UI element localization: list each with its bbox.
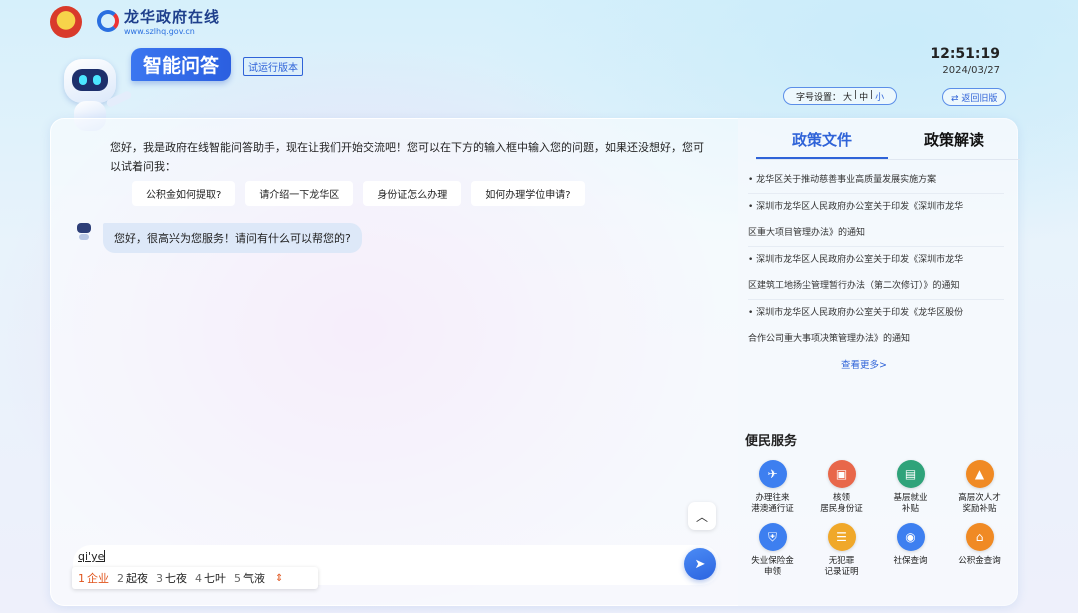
policy-item-cont[interactable]: 区重大项目管理办法》的通知 <box>748 220 1004 247</box>
ime-candidate[interactable]: 2 起夜 <box>117 570 148 586</box>
policy-item[interactable]: • 深圳市龙华区人民政府办公室关于印发《龙华区股份 <box>748 300 1004 326</box>
site-logo[interactable]: 龙华政府在线 www.szlhq.gov.cn <box>97 6 220 36</box>
suggestion-chip[interactable]: 身份证怎么办理 <box>363 181 462 206</box>
policy-tabs: 政策文件 政策解读 <box>756 118 1020 160</box>
back-to-old-version-button[interactable]: ⇄ 返回旧版 <box>942 88 1007 106</box>
bot-avatar-icon <box>75 223 93 241</box>
service-label: 无犯罪 记录证明 <box>824 556 859 577</box>
tab-policy-documents[interactable]: 政策文件 <box>756 118 888 159</box>
service-label: 失业保险金 申领 <box>751 556 794 577</box>
services-title: 便民服务 <box>745 434 798 449</box>
policy-list: • 龙华区关于推动慈善事业高质量发展实施方案 • 深圳市龙华区人民政府办公室关于… <box>748 167 1004 352</box>
current-date: 2024/03/27 <box>942 65 1000 76</box>
policy-item[interactable]: • 深圳市龙华区人民政府办公室关于印发《深圳市龙华 <box>748 194 1004 220</box>
ime-candidate[interactable]: 3 七夜 <box>156 570 187 586</box>
ime-page-arrows-icon[interactable]: ⇕ <box>275 573 283 584</box>
input-text: qi'ye <box>78 550 106 563</box>
longhua-logo-icon <box>97 10 119 32</box>
service-label: 社保查询 <box>893 556 928 566</box>
service-item[interactable]: ◉ 社保查询 <box>876 523 945 578</box>
page-title: 智能问答 <box>131 48 232 81</box>
bot-reply-message: 您好，很高兴为您服务！请问有什么可以帮您的? <box>103 223 362 253</box>
service-item[interactable]: ⌂ 公积金查询 <box>945 523 1014 578</box>
service-item[interactable]: ▤ 基层就业 补贴 <box>876 460 945 515</box>
service-label: 高层次人才 奖励补贴 <box>958 493 1001 514</box>
sidebar: 政策文件 政策解读 • 龙华区关于推动慈善事业高质量发展实施方案 • 深圳市龙华… <box>738 118 1020 606</box>
insurance-icon: ⛨ <box>758 523 787 551</box>
housing-fund-icon: ⌂ <box>965 523 994 551</box>
ime-candidate[interactable]: 1 企业 <box>78 570 109 586</box>
suggestion-list: 公积金如何提取? 请介绍一下龙华区 身份证怎么办理 如何办理学位申请? <box>132 181 585 206</box>
font-size-setting: 字号设置： 大 | 中 | 小 <box>783 87 898 105</box>
service-item[interactable]: ✈ 办理往来 港澳通行证 <box>738 460 807 515</box>
service-item[interactable]: ▲ 高层次人才 奖励补贴 <box>945 460 1014 515</box>
id-card-icon: ▣ <box>827 460 856 488</box>
passport-icon: ✈ <box>758 460 787 488</box>
national-emblem-icon <box>50 6 82 38</box>
service-label: 办理往来 港澳通行证 <box>751 493 794 514</box>
service-item[interactable]: ☰ 无犯罪 记录证明 <box>807 523 876 578</box>
policy-item[interactable]: • 龙华区关于推动慈善事业高质量发展实施方案 <box>748 167 1004 194</box>
social-security-icon: ◉ <box>896 523 925 551</box>
service-item[interactable]: ▣ 核领 居民身份证 <box>807 460 876 515</box>
policy-item-cont[interactable]: 区建筑工地扬尘管理暂行办法（第二次修订）》的通知 <box>748 273 1004 300</box>
suggestion-chip[interactable]: 公积金如何提取? <box>132 181 236 206</box>
font-size-large[interactable]: 大 <box>843 90 852 103</box>
policy-item-cont[interactable]: 合作公司重大事项决策管理办法》的通知 <box>748 326 1004 352</box>
paper-plane-icon: ➤ <box>694 556 706 572</box>
font-size-medium[interactable]: 中 <box>859 90 868 103</box>
service-label: 基层就业 补贴 <box>893 493 928 514</box>
ime-candidate-bar: 1 企业 2 起夜 3 七夜 4 七叶 5 气液 ⇕ <box>72 567 318 589</box>
send-button[interactable]: ➤ <box>684 548 716 580</box>
chevron-up-icon: ︿ <box>695 509 708 524</box>
site-url: www.szlhq.gov.cn <box>124 27 195 36</box>
briefcase-icon: ▤ <box>896 460 925 488</box>
beta-badge: 试运行版本 <box>243 57 303 76</box>
suggestion-chip[interactable]: 请介绍一下龙华区 <box>245 181 354 206</box>
suggestion-chip[interactable]: 如何办理学位申请? <box>471 181 585 206</box>
font-size-small[interactable]: 小 <box>875 90 884 103</box>
policy-item[interactable]: • 深圳市龙华区人民政府办公室关于印发《深圳市龙华 <box>748 247 1004 273</box>
service-label: 核领 居民身份证 <box>820 493 863 514</box>
service-label: 公积金查询 <box>958 556 1001 566</box>
ime-candidate[interactable]: 4 七叶 <box>195 570 226 586</box>
service-item[interactable]: ⛨ 失业保险金 申领 <box>738 523 807 578</box>
ime-candidate[interactable]: 5 气液 <box>234 570 265 586</box>
site-name: 龙华政府在线 <box>124 8 221 26</box>
scroll-to-top-button[interactable]: ︿ <box>688 502 716 530</box>
welcome-message: 您好，我是政府在线智能问答助手，现在让我们开始交流吧！您可以在下方的输入框中输入… <box>110 141 704 173</box>
certificate-icon: ☰ <box>827 523 856 551</box>
chat-area: 您好，我是政府在线智能问答助手，现在让我们开始交流吧！您可以在下方的输入框中输入… <box>70 118 730 606</box>
clock: 12:51:19 2024/03/27 <box>930 46 1000 76</box>
font-size-label: 字号设置： <box>796 93 842 103</box>
graduation-icon: ▲ <box>965 460 994 488</box>
current-time: 12:51:19 <box>930 46 1000 62</box>
view-more-link[interactable]: 查看更多> <box>738 357 990 371</box>
services-grid: ✈ 办理往来 港澳通行证 ▣ 核领 居民身份证 ▤ 基层就业 补贴 ▲ 高层次人才 奖励补贴 ⛨ 失业保险… <box>738 460 1014 578</box>
tab-policy-interpretation[interactable]: 政策解读 <box>888 118 1020 159</box>
